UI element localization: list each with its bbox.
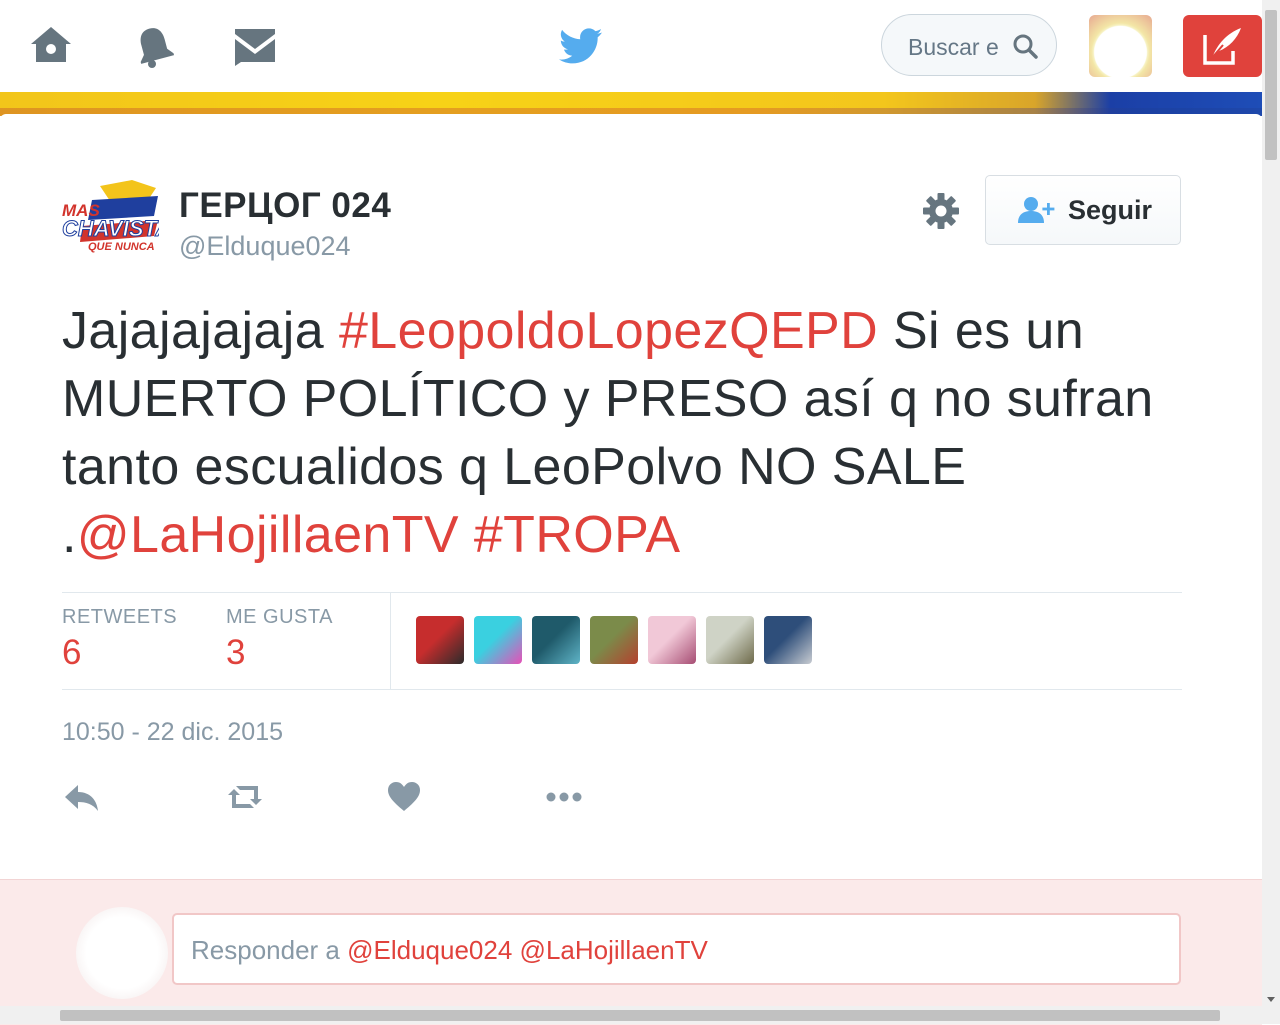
- reply-icon[interactable]: [62, 777, 102, 817]
- hashtag-link[interactable]: #LeopoldoLopezQEPD: [339, 302, 878, 360]
- liker-avatar-5[interactable]: [648, 616, 696, 664]
- reply-prefix: Responder a: [191, 935, 348, 965]
- avatar-text-2: CHAVISTA: [62, 216, 159, 241]
- envelope-icon[interactable]: [231, 22, 279, 70]
- retweets-count[interactable]: 6: [62, 633, 81, 673]
- reply-mention: @Elduque024: [347, 935, 513, 965]
- follow-button[interactable]: Seguir: [985, 175, 1181, 245]
- liker-avatar-4[interactable]: [590, 616, 638, 664]
- gear-icon[interactable]: [921, 191, 961, 231]
- home-icon[interactable]: [27, 22, 75, 70]
- user-avatar-menu[interactable]: [1089, 15, 1152, 77]
- search-box[interactable]: [881, 14, 1057, 76]
- author-avatar[interactable]: MAS CHAVISTA QUE NUNCA: [62, 176, 159, 273]
- likes-label[interactable]: ME GUSTA: [226, 606, 333, 629]
- reply-user-avatar: [76, 907, 168, 999]
- reply-area: Responder a @Elduque024 @LaHojillaenTV: [0, 879, 1262, 1025]
- search-icon[interactable]: [1012, 33, 1038, 59]
- bell-icon[interactable]: [130, 22, 178, 70]
- top-navigation-bar: [0, 0, 1262, 93]
- avatar-text-3: QUE NUNCA: [88, 241, 155, 253]
- tweet-text: Jajajajajaja #LeopoldoLopezQEPD Si es un…: [62, 297, 1192, 569]
- liker-avatar-6[interactable]: [706, 616, 754, 664]
- reply-input[interactable]: Responder a @Elduque024 @LaHojillaenTV: [172, 913, 1181, 985]
- compose-tweet-button[interactable]: [1183, 15, 1262, 77]
- vertical-scrollbar[interactable]: [1262, 0, 1280, 1024]
- more-icon[interactable]: [544, 777, 584, 817]
- reply-placeholder: Responder a @Elduque024 @LaHojillaenTV: [191, 935, 708, 966]
- tweet-text-segment: [459, 506, 474, 564]
- liker-avatar-3[interactable]: [532, 616, 580, 664]
- tweet-detail-card: MAS CHAVISTA QUE NUNCA ГЕРЦОГ 024 @Elduq…: [0, 114, 1262, 1025]
- hashtag-link[interactable]: #TROPA: [474, 506, 681, 564]
- liker-avatar-7[interactable]: [764, 616, 812, 664]
- liker-avatar-1[interactable]: [416, 616, 464, 664]
- search-input[interactable]: [906, 31, 1010, 63]
- author-handle[interactable]: @Elduque024: [179, 231, 351, 262]
- add-user-icon: [1018, 197, 1055, 223]
- profile-banner-strip: [0, 92, 1262, 116]
- horizontal-scroll-thumb[interactable]: [60, 1010, 1220, 1021]
- follow-button-label: Seguir: [1068, 195, 1153, 225]
- tweet-timestamp[interactable]: 10:50 - 22 dic. 2015: [62, 718, 283, 747]
- retweets-label[interactable]: RETWEETS: [62, 606, 177, 629]
- heart-icon[interactable]: [384, 777, 424, 817]
- retweet-icon[interactable]: [225, 777, 265, 817]
- scroll-down-arrow[interactable]: [1267, 997, 1275, 1002]
- tweet-text-segment: Jajajajajaja: [62, 302, 339, 360]
- liker-avatar-2[interactable]: [474, 616, 522, 664]
- twitter-bird-icon[interactable]: [558, 24, 604, 68]
- stats-divider: [390, 593, 391, 689]
- likes-count[interactable]: 3: [226, 633, 245, 673]
- quill-icon: [1203, 28, 1241, 65]
- vertical-scroll-thumb[interactable]: [1265, 10, 1277, 160]
- horizontal-scrollbar[interactable]: [0, 1006, 1262, 1024]
- author-display-name[interactable]: ГЕРЦОГ 024: [179, 186, 391, 226]
- mention-link[interactable]: @LaHojillaenTV: [77, 506, 459, 564]
- reply-mention: @LaHojillaenTV: [519, 935, 708, 965]
- tweet-stats: RETWEETS 6 ME GUSTA 3: [62, 592, 1182, 690]
